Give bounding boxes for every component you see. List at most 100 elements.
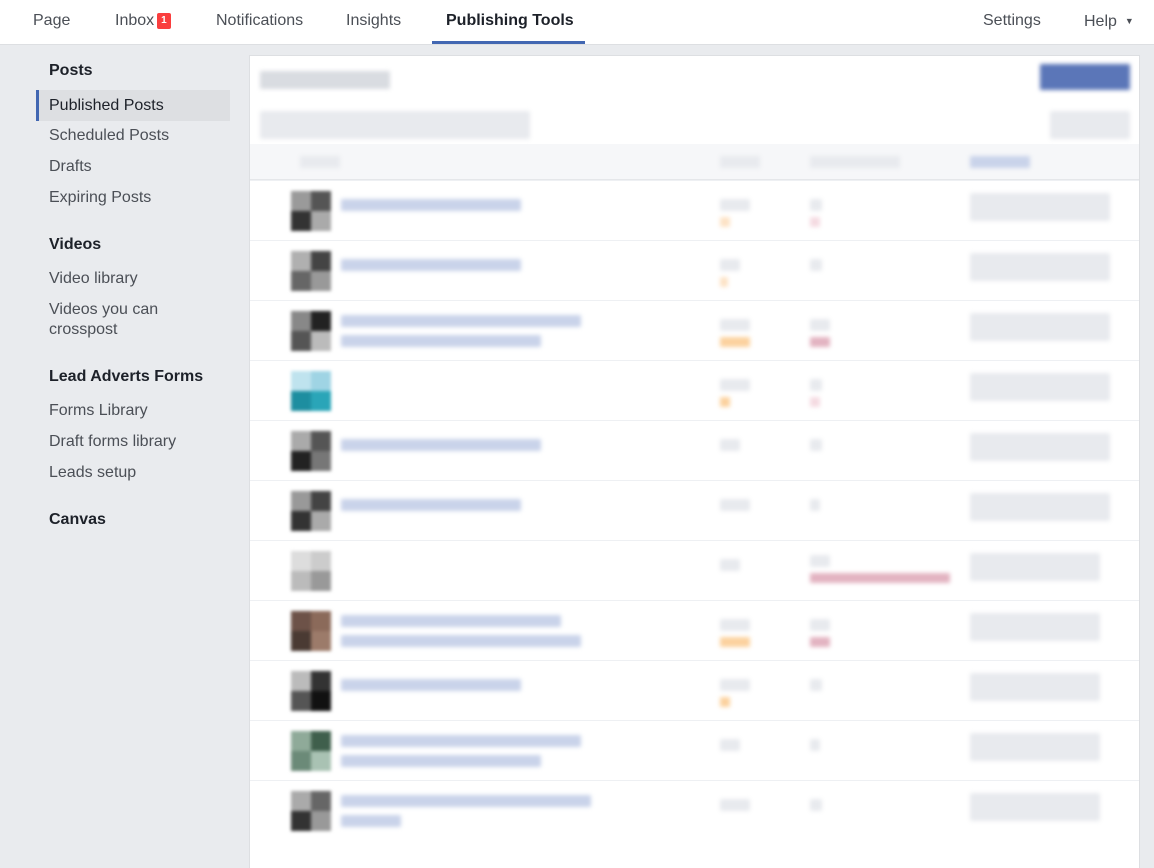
reach-bar xyxy=(720,697,730,707)
table-row[interactable] xyxy=(250,600,1139,660)
engagement-value xyxy=(810,379,822,391)
sidebar-heading-canvas[interactable]: Canvas xyxy=(49,511,106,529)
published-date xyxy=(970,613,1100,641)
engagement-value xyxy=(810,619,830,631)
reach-bar xyxy=(720,397,730,407)
nav-inbox[interactable]: Inbox 1 xyxy=(115,0,171,45)
sidebar-item-leads-setup[interactable]: Leads setup xyxy=(36,463,230,483)
nav-help[interactable]: Help ▼ xyxy=(1084,0,1134,45)
reach-value xyxy=(720,259,740,271)
sidebar-item-drafts[interactable]: Drafts xyxy=(36,157,230,177)
post-thumbnail xyxy=(291,791,331,831)
post-thumbnail xyxy=(291,311,331,351)
engagement-bar xyxy=(810,217,820,227)
filter-button[interactable] xyxy=(1050,111,1130,139)
sidebar-item-published-posts[interactable]: Published Posts xyxy=(36,90,230,121)
engagement-bar xyxy=(810,397,820,407)
table-row[interactable] xyxy=(250,420,1139,480)
post-title[interactable] xyxy=(341,615,561,627)
published-date xyxy=(970,553,1100,581)
post-title[interactable] xyxy=(341,259,521,271)
sidebar-item-scheduled-posts[interactable]: Scheduled Posts xyxy=(36,126,230,146)
engagement-value xyxy=(810,555,830,567)
engagement-value xyxy=(810,499,820,511)
reach-value xyxy=(720,799,750,811)
nav-publishing-tools[interactable]: Publishing Tools xyxy=(446,0,574,45)
engagement-value xyxy=(810,439,822,451)
post-title-line2[interactable] xyxy=(341,815,401,827)
table-row[interactable] xyxy=(250,360,1139,420)
published-date xyxy=(970,433,1110,461)
reach-bar xyxy=(720,217,730,227)
table-row[interactable] xyxy=(250,720,1139,780)
sidebar-item-forms-library[interactable]: Forms Library xyxy=(36,401,230,421)
nav-notifications[interactable]: Notifications xyxy=(216,0,303,45)
published-date xyxy=(970,373,1110,401)
post-thumbnail xyxy=(291,191,331,231)
column-header-sorted[interactable] xyxy=(970,156,1030,168)
sidebar-heading-videos: Videos xyxy=(49,236,102,253)
published-date xyxy=(970,253,1110,281)
post-title[interactable] xyxy=(341,315,581,327)
reach-value xyxy=(720,559,740,571)
reach-value xyxy=(720,679,750,691)
sidebar-heading-posts: Posts xyxy=(49,62,93,79)
published-date xyxy=(970,193,1110,221)
post-title-line2[interactable] xyxy=(341,755,541,767)
nav-settings[interactable]: Settings xyxy=(983,0,1041,45)
sidebar-item-draft-forms-library[interactable]: Draft forms library xyxy=(36,432,230,452)
post-title[interactable] xyxy=(341,795,591,807)
post-thumbnail xyxy=(291,611,331,651)
nav-insights[interactable]: Insights xyxy=(346,0,401,45)
post-title[interactable] xyxy=(341,679,521,691)
reach-bar xyxy=(720,637,750,647)
table-row[interactable] xyxy=(250,660,1139,720)
reach-bar xyxy=(720,337,750,347)
reach-value xyxy=(720,619,750,631)
published-date xyxy=(970,313,1110,341)
post-title[interactable] xyxy=(341,735,581,747)
nav-page[interactable]: Page xyxy=(33,0,70,45)
post-title-line2[interactable] xyxy=(341,335,541,347)
column-header[interactable] xyxy=(810,156,900,168)
inbox-badge: 1 xyxy=(157,13,171,29)
sidebar-item-video-library[interactable]: Video library xyxy=(36,269,230,289)
sidebar-item-expiring-posts[interactable]: Expiring Posts xyxy=(36,188,230,208)
post-thumbnail xyxy=(291,731,331,771)
engagement-bar xyxy=(810,337,830,347)
table-row[interactable] xyxy=(250,180,1139,240)
column-header[interactable] xyxy=(720,156,760,168)
sidebar-item-label: crosspost xyxy=(49,321,118,338)
post-title[interactable] xyxy=(341,439,541,451)
post-title[interactable] xyxy=(341,499,521,511)
published-date xyxy=(970,493,1110,521)
reach-value xyxy=(720,319,750,331)
table-row[interactable] xyxy=(250,240,1139,300)
nav-inbox-label: Inbox xyxy=(115,12,155,29)
engagement-value xyxy=(810,259,822,271)
post-title[interactable] xyxy=(341,199,521,211)
table-row[interactable] xyxy=(250,480,1139,540)
table-row[interactable] xyxy=(250,540,1139,600)
search-input[interactable] xyxy=(260,111,530,139)
reach-value xyxy=(720,199,750,211)
post-thumbnail xyxy=(291,431,331,471)
column-header[interactable] xyxy=(300,156,340,168)
post-thumbnail xyxy=(291,671,331,711)
reach-value xyxy=(720,439,740,451)
table-row[interactable] xyxy=(250,780,1139,840)
sidebar-item-videos-crosspost[interactable]: Videos you can crosspost xyxy=(36,300,230,340)
active-tab-indicator xyxy=(432,41,585,44)
reach-value xyxy=(720,379,750,391)
post-title-line2[interactable] xyxy=(341,635,581,647)
post-thumbnail xyxy=(291,551,331,591)
engagement-value xyxy=(810,799,822,811)
sidebar-heading-lead-forms: Lead Adverts Forms xyxy=(49,368,204,385)
create-button[interactable] xyxy=(1040,64,1130,90)
post-thumbnail xyxy=(291,491,331,531)
panel-title-blurred xyxy=(260,71,390,89)
engagement-value xyxy=(810,319,830,331)
published-posts-panel xyxy=(249,55,1140,868)
table-header xyxy=(250,144,1139,180)
table-row[interactable] xyxy=(250,300,1139,360)
